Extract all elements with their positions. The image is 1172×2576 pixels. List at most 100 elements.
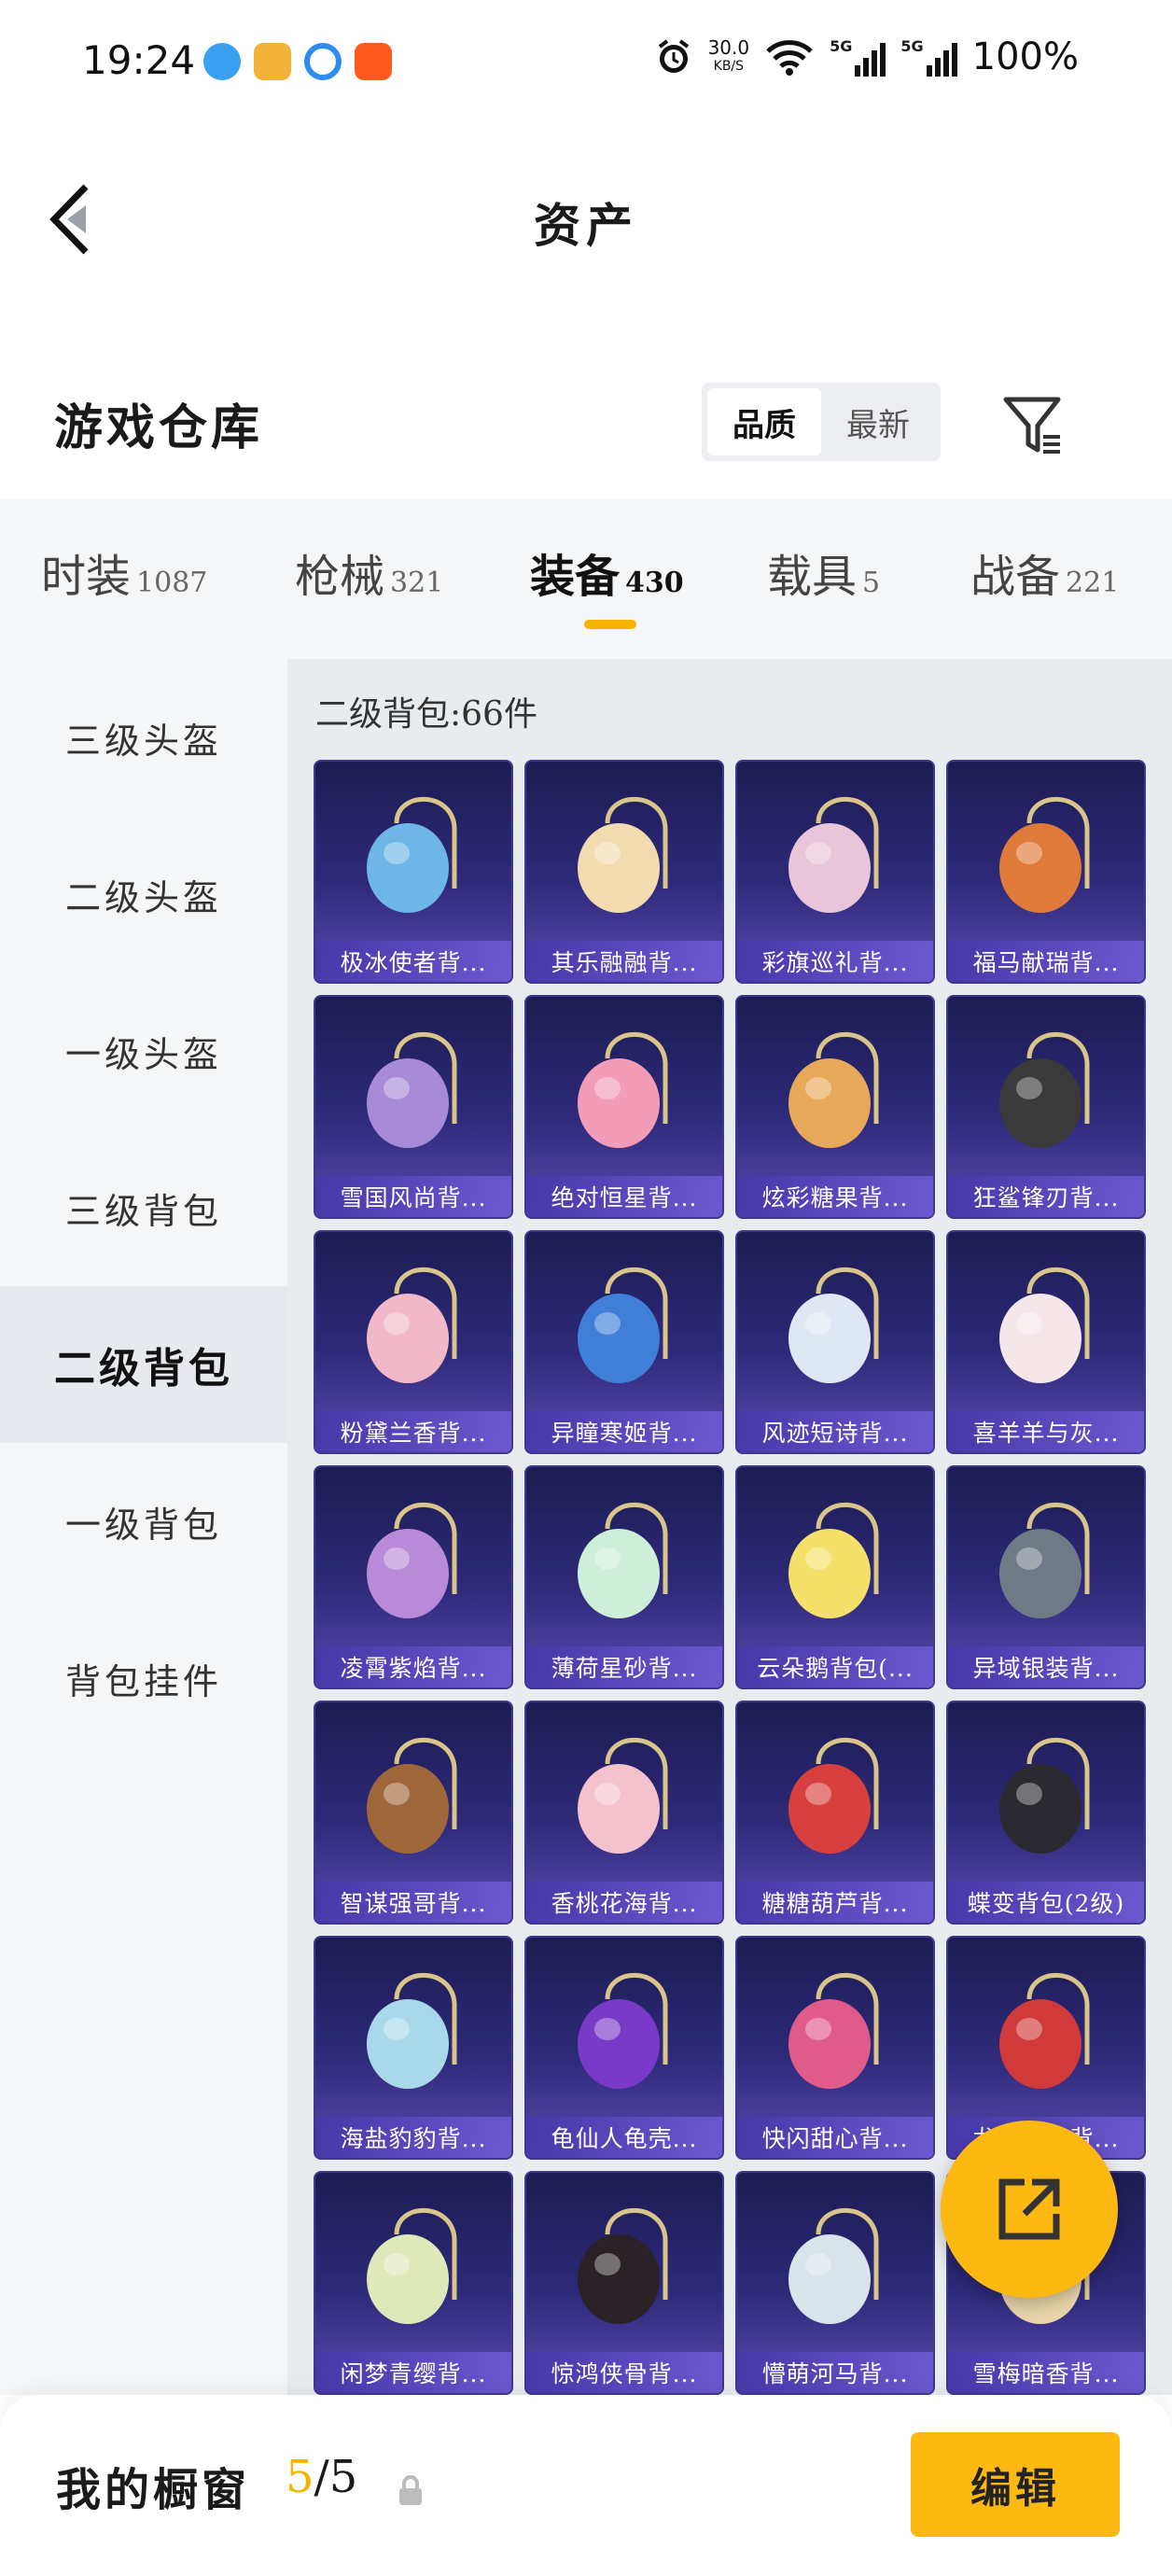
taobao-icon — [355, 43, 392, 80]
tab-supplies[interactable]: 战备 221 — [970, 539, 1119, 605]
sidebar-item-level1-helmet[interactable]: 一级头盔 — [0, 973, 287, 1129]
sort-latest[interactable]: 最新 — [821, 388, 935, 455]
item-card[interactable]: 炫彩糖果背... — [735, 995, 935, 1219]
sidebar-item-level2-backpack[interactable]: 二级背包 — [0, 1286, 287, 1443]
backpack-image — [578, 1267, 668, 1383]
page-title: 资产 — [534, 198, 638, 253]
item-card[interactable]: 异瞳寒姬背... — [524, 1230, 724, 1454]
backpack-image — [578, 2207, 668, 2324]
item-card[interactable]: 彩旗巡礼背... — [735, 760, 935, 984]
item-name: 闲梦青缨背... — [315, 2352, 511, 2393]
sidebar-item-backpack-charm[interactable]: 背包挂件 — [0, 1600, 287, 1757]
backpack-image — [999, 1737, 1090, 1854]
tab-firearms[interactable]: 枪械 321 — [295, 539, 443, 605]
alarm-icon — [658, 39, 689, 73]
item-card[interactable]: 智谋强哥背... — [314, 1701, 513, 1925]
item-name: 凌霄紫焰背... — [315, 1646, 511, 1687]
signal-icon: 5G — [900, 37, 957, 77]
lock-icon — [399, 2475, 422, 2505]
item-card[interactable]: 狂鲨锋刃背... — [946, 995, 1146, 1219]
item-card[interactable]: 其乐融融背... — [524, 760, 724, 984]
signal-icon: 5G — [830, 37, 886, 77]
tab-vehicles[interactable]: 载具 5 — [767, 539, 880, 605]
sidebar-item-level3-backpack[interactable]: 三级背包 — [0, 1129, 287, 1286]
backpack-image — [788, 2207, 879, 2324]
showcase-bar: 我的橱窗 5/5 编辑 — [0, 2395, 1172, 2576]
sidebar-item-level1-backpack[interactable]: 一级背包 — [0, 1443, 287, 1600]
item-card[interactable]: 薄荷星砂背... — [524, 1465, 724, 1689]
battery-level: 100% — [971, 35, 1079, 78]
item-name: 云朵鹅背包(... — [737, 1646, 933, 1687]
backpack-image — [999, 1972, 1090, 2089]
item-card[interactable]: 风迹短诗背... — [735, 1230, 935, 1454]
warehouse-title: 游戏仓库 — [54, 399, 264, 456]
backpack-image — [999, 796, 1090, 913]
edit-button[interactable]: 编辑 — [911, 2432, 1120, 2537]
item-name: 其乐融融背... — [526, 941, 722, 982]
category-tabs: 时装 1087 枪械 321 装备 430 载具 5 战备 221 — [0, 498, 1172, 659]
backpack-image — [367, 1737, 457, 1854]
sort-quality[interactable]: 品质 — [707, 388, 821, 455]
item-card[interactable]: 极冰使者背... — [314, 760, 513, 984]
item-name: 绝对恒星背... — [526, 1176, 722, 1217]
item-card[interactable]: 绝对恒星背... — [524, 995, 724, 1219]
status-bar: 19:24 30.0 KB/S 5G 5G 100% — [0, 0, 1172, 131]
item-card[interactable]: 蝶变背包(2级) — [946, 1701, 1146, 1925]
status-time: 19:24 — [82, 37, 196, 83]
item-card[interactable]: 粉黛兰香背... — [314, 1230, 513, 1454]
qq-browser-icon — [203, 43, 241, 80]
tab-equipment[interactable]: 装备 430 — [530, 539, 684, 605]
backpack-image — [367, 1972, 457, 2089]
item-card[interactable]: 海盐豹豹背... — [314, 1936, 513, 2160]
item-name: 薄荷星砂背... — [526, 1646, 722, 1687]
page-header: 资产 — [0, 131, 1172, 308]
share-button[interactable] — [941, 2121, 1118, 2298]
item-card[interactable]: 惊鸿侠骨背... — [524, 2171, 724, 2395]
item-card[interactable]: 云朵鹅背包(... — [735, 1465, 935, 1689]
backpack-image — [788, 1737, 879, 1854]
sidebar-item-level3-helmet[interactable]: 三级头盔 — [0, 659, 287, 816]
item-card[interactable]: 快闪甜心背... — [735, 1936, 935, 2160]
item-name: 雪梅暗香背... — [948, 2352, 1144, 2393]
item-name: 异瞳寒姬背... — [526, 1411, 722, 1452]
backpack-image — [999, 1031, 1090, 1148]
item-name: 风迹短诗背... — [737, 1411, 933, 1452]
sidebar-item-level2-helmet[interactable]: 二级头盔 — [0, 816, 287, 973]
category-count: 二级背包:66件 — [315, 695, 537, 734]
item-name: 蝶变背包(2级) — [948, 1882, 1144, 1923]
item-card[interactable]: 雪国风尚背... — [314, 995, 513, 1219]
net-speed: 30.0 KB/S — [707, 36, 750, 74]
item-card[interactable]: 福马献瑞背... — [946, 760, 1146, 984]
item-card[interactable]: 香桃花海背... — [524, 1701, 724, 1925]
item-card[interactable]: 喜羊羊与灰... — [946, 1230, 1146, 1454]
item-card[interactable]: 闲梦青缨背... — [314, 2171, 513, 2395]
wifi-icon — [766, 40, 813, 76]
baidu-netdisk-icon — [304, 43, 342, 80]
item-name: 喜羊羊与灰... — [948, 1411, 1144, 1452]
backpack-image — [367, 1031, 457, 1148]
item-card[interactable]: 糖糖葫芦背... — [735, 1701, 935, 1925]
item-card[interactable]: 懵萌河马背... — [735, 2171, 935, 2395]
showcase-count: 5/5 — [286, 2451, 358, 2503]
item-name: 狂鲨锋刃背... — [948, 1176, 1144, 1217]
backpack-image — [788, 796, 879, 913]
item-card[interactable]: 凌霄紫焰背... — [314, 1465, 513, 1689]
backpack-image — [788, 1972, 879, 2089]
subcategory-sidebar: 三级头盔 二级头盔 一级头盔 三级背包 二级背包 一级背包 背包挂件 — [0, 659, 287, 2395]
item-card[interactable]: 异域银装背... — [946, 1465, 1146, 1689]
item-name: 懵萌河马背... — [737, 2352, 933, 2393]
backpack-image — [578, 796, 668, 913]
backpack-image — [788, 1502, 879, 1618]
backpack-image — [367, 1267, 457, 1383]
item-name: 极冰使者背... — [315, 941, 511, 982]
backpack-image — [788, 1031, 879, 1148]
item-name: 香桃花海背... — [526, 1882, 722, 1923]
tab-fashion[interactable]: 时装 1087 — [41, 539, 207, 605]
item-name: 糖糖葫芦背... — [737, 1882, 933, 1923]
item-card[interactable]: 龟仙人龟壳... — [524, 1936, 724, 2160]
share-icon — [998, 2178, 1060, 2240]
filter-button[interactable] — [1000, 392, 1067, 459]
backpack-image — [999, 1502, 1090, 1618]
backpack-image — [578, 1737, 668, 1854]
backpack-image — [999, 1267, 1090, 1383]
